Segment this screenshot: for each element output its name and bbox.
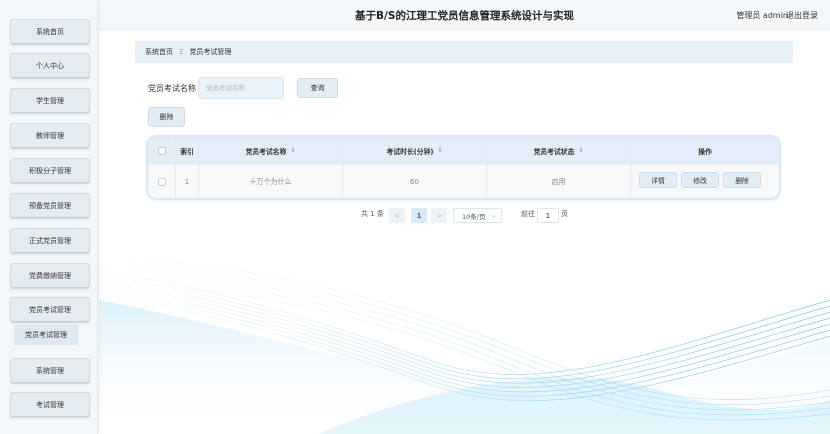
column-header-status[interactable]: 党员考试状态 ⇕ [487,137,631,165]
delete-button[interactable]: 删除 [148,107,185,127]
sidebar: 系统首页 个人中心 学生管理 教师管理 积极分子管理 预备党员管理 正式党员管理… [0,0,98,434]
sidebar-item-label: 积极分子管理 [29,167,71,175]
breadcrumb-separator: Ξ [179,48,184,56]
sidebar-item-label: 预备党员管理 [29,202,71,210]
cell-name: 十万个为什么 [199,165,343,198]
submenu-item-label: 党员考试管理 [25,331,67,339]
row-checkbox-cell [148,165,176,198]
pagination-next-button[interactable]: > [431,208,447,223]
top-header: 基于B/S的江理工党员信息管理系统设计与实现 管理员 admin 退出登录 [99,0,830,30]
logout-link[interactable]: 退出登录 [786,10,818,21]
table-row: 1 十万个为什么 60 启用 详情 修改 删除 [148,165,779,198]
sidebar-item-teachers[interactable]: 教师管理 [10,123,90,149]
column-header-index-label: 索引 [180,148,194,156]
page-size-select[interactable]: 10条/页 ⌄ [453,208,502,223]
sidebar-item-home[interactable]: 系统首页 [10,19,90,45]
pagination-total: 共 1 条 [361,210,384,218]
search-label: 党员考试名称 [148,84,196,93]
cell-duration: 60 [343,165,487,198]
row-delete-button[interactable]: 删除 [723,172,761,188]
sidebar-item-probationary-members[interactable]: 预备党员管理 [10,193,90,219]
submenu-item-member-exams[interactable]: 党员考试管理 [14,325,78,345]
sidebar-item-party-dues[interactable]: 党费缴纳管理 [10,263,90,289]
sidebar-item-label: 考试管理 [36,401,64,409]
sidebar-item-full-members[interactable]: 正式党员管理 [10,228,90,254]
breadcrumb-home[interactable]: 系统首页 [145,47,173,57]
column-header-actions: 操作 [631,137,779,165]
column-header-actions-label: 操作 [698,148,712,156]
column-header-duration-label: 考试时长(分钟) [386,148,434,156]
cell-actions: 详情 修改 删除 [631,165,779,198]
pagination-page-1[interactable]: 1 [411,208,427,223]
detail-button[interactable]: 详情 [639,172,677,188]
sidebar-item-label: 正式党员管理 [29,237,71,245]
row-checkbox[interactable] [157,177,166,186]
sidebar-item-label: 党费缴纳管理 [29,272,71,280]
background-waves [99,259,830,434]
pagination-goto-prefix: 前往 [521,210,535,218]
edit-button[interactable]: 修改 [681,172,719,188]
sidebar-item-label: 系统管理 [36,367,64,375]
query-button[interactable]: 查询 [297,78,338,98]
breadcrumb: 系统首页 Ξ 党员考试管理 [135,41,793,63]
column-header-index: 索引 [176,137,199,165]
cell-status: 启用 [487,165,631,198]
page-size-value: 10条/页 [462,212,486,221]
cell-index: 1 [176,165,199,198]
sidebar-item-label: 学生管理 [36,97,64,105]
column-header-status-label: 党员考试状态 [533,148,575,156]
sort-icon[interactable]: ⇕ [578,148,583,154]
sidebar-item-students[interactable]: 学生管理 [10,88,90,114]
pagination-goto-input[interactable] [537,208,559,223]
chevron-down-icon: ⌄ [490,212,496,219]
sidebar-item-label: 教师管理 [36,132,64,140]
sidebar-item-label: 党员考试管理 [29,306,71,314]
sidebar-item-exams[interactable]: 考试管理 [10,392,90,418]
data-table: 索引 党员考试名称 ⇕ 考试时长(分钟) ⇕ 党员考试状态 ⇕ 操作 1 十万个为什么… [148,137,779,198]
breadcrumb-current: 党员考试管理 [189,48,232,56]
sidebar-item-label: 个人中心 [36,62,64,70]
sidebar-item-member-exams[interactable]: 党员考试管理 [10,297,90,323]
admin-label: 管理员 admin [736,11,788,20]
pagination-goto-suffix: 页 [561,210,568,218]
column-header-name[interactable]: 党员考试名称 ⇕ [199,137,343,165]
app-title: 基于B/S的江理工党员信息管理系统设计与实现 [355,10,574,22]
search-input[interactable] [198,77,284,99]
column-header-name-label: 党员考试名称 [245,148,287,156]
sort-icon[interactable]: ⇕ [290,148,295,154]
table-header: 索引 党员考试名称 ⇕ 考试时长(分钟) ⇕ 党员考试状态 ⇕ 操作 [148,137,779,165]
sidebar-item-activists[interactable]: 积极分子管理 [10,158,90,184]
column-header-duration[interactable]: 考试时长(分钟) ⇕ [343,137,487,165]
select-all-checkbox[interactable] [157,147,166,155]
pagination-prev-button[interactable]: < [389,208,405,223]
sidebar-item-personal-center[interactable]: 个人中心 [10,53,90,79]
sidebar-item-system[interactable]: 系统管理 [10,358,90,384]
sort-icon[interactable]: ⇕ [437,148,442,154]
sidebar-item-label: 系统首页 [36,28,64,36]
header-checkbox-cell [148,137,176,165]
